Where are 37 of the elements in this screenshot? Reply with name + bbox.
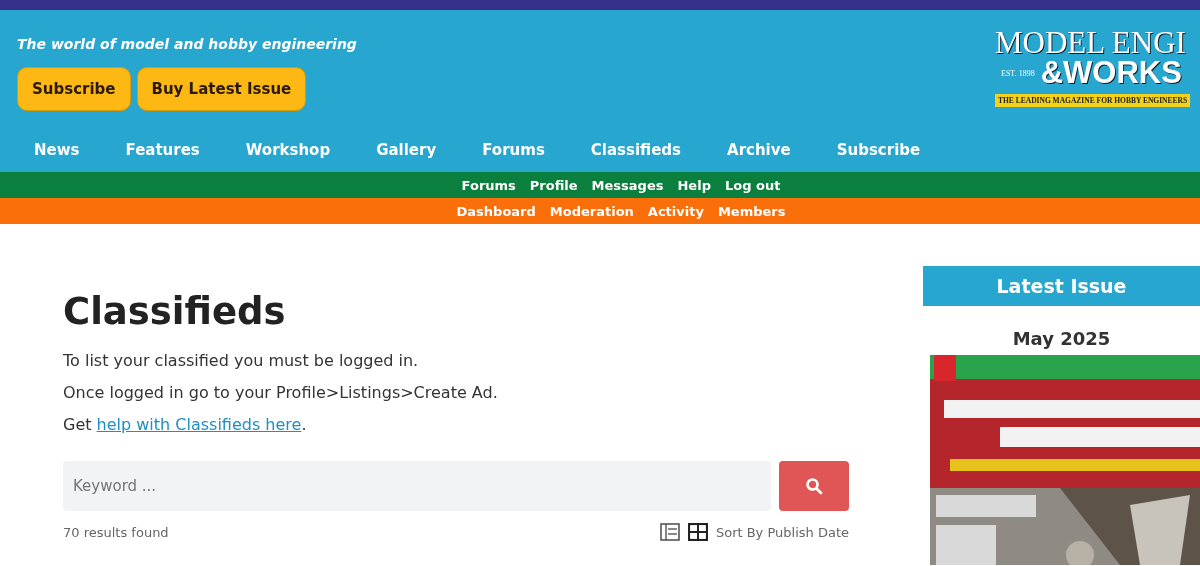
search-icon: [805, 477, 823, 495]
page-title: Classifieds: [63, 290, 287, 333]
info-text: To list your classified you must be logged in.: [63, 350, 420, 372]
nav-link[interactable]: Workshop: [245, 141, 331, 159]
keyword-field[interactable]: Keyword ...: [63, 461, 771, 511]
nav-link[interactable]: Gallery: [376, 141, 437, 159]
nav-link[interactable]: News: [34, 141, 80, 159]
forum-nav-link[interactable]: Forums: [461, 177, 516, 193]
sort-dropdown[interactable]: Sort By Publish Date: [715, 524, 849, 540]
admin-nav-link[interactable]: Members: [717, 203, 786, 219]
nav-link[interactable]: Forums: [482, 141, 545, 159]
forum-nav-link[interactable]: Help: [677, 177, 711, 193]
forum-nav-link[interactable]: Messages: [591, 177, 664, 193]
issue-date: May 2025: [1011, 328, 1112, 349]
header-button[interactable]: Subscribe: [17, 67, 131, 111]
admin-nav-link[interactable]: Dashboard: [456, 203, 536, 219]
forum-nav-link[interactable]: Profile: [529, 177, 578, 193]
tagline: The world of model and hobby engineering: [17, 36, 357, 52]
admin-nav-link[interactable]: Moderation: [549, 203, 634, 219]
logo-title: MODEL ENGI: [995, 28, 1187, 58]
forum-nav-link[interactable]: Log out: [724, 177, 781, 193]
list-view-icon[interactable]: [659, 523, 680, 541]
nav-link[interactable]: Subscribe: [836, 141, 921, 159]
results-count: 70 results found: [63, 524, 169, 540]
nav-link[interactable]: Archive: [727, 141, 791, 159]
search-button[interactable]: [779, 461, 849, 511]
info-text: Once logged in go to your Profile>Listings>Create Ad.: [63, 382, 499, 404]
header-button[interactable]: Buy Latest Issue: [136, 67, 307, 111]
help-text: Get help with Classifieds here.: [63, 414, 308, 436]
sidebar-heading: Latest Issue: [923, 266, 1200, 306]
logo-subtitle: &WORKS: [1040, 58, 1182, 88]
nav-link[interactable]: Features: [125, 141, 200, 159]
help-link[interactable]: help with Classifieds here: [96, 415, 302, 434]
admin-nav-link[interactable]: Activity: [647, 203, 704, 219]
nav-link[interactable]: Classifieds: [590, 141, 682, 159]
logo-est: EST. 1898: [1001, 68, 1035, 78]
grid-view-icon[interactable]: [687, 523, 708, 541]
